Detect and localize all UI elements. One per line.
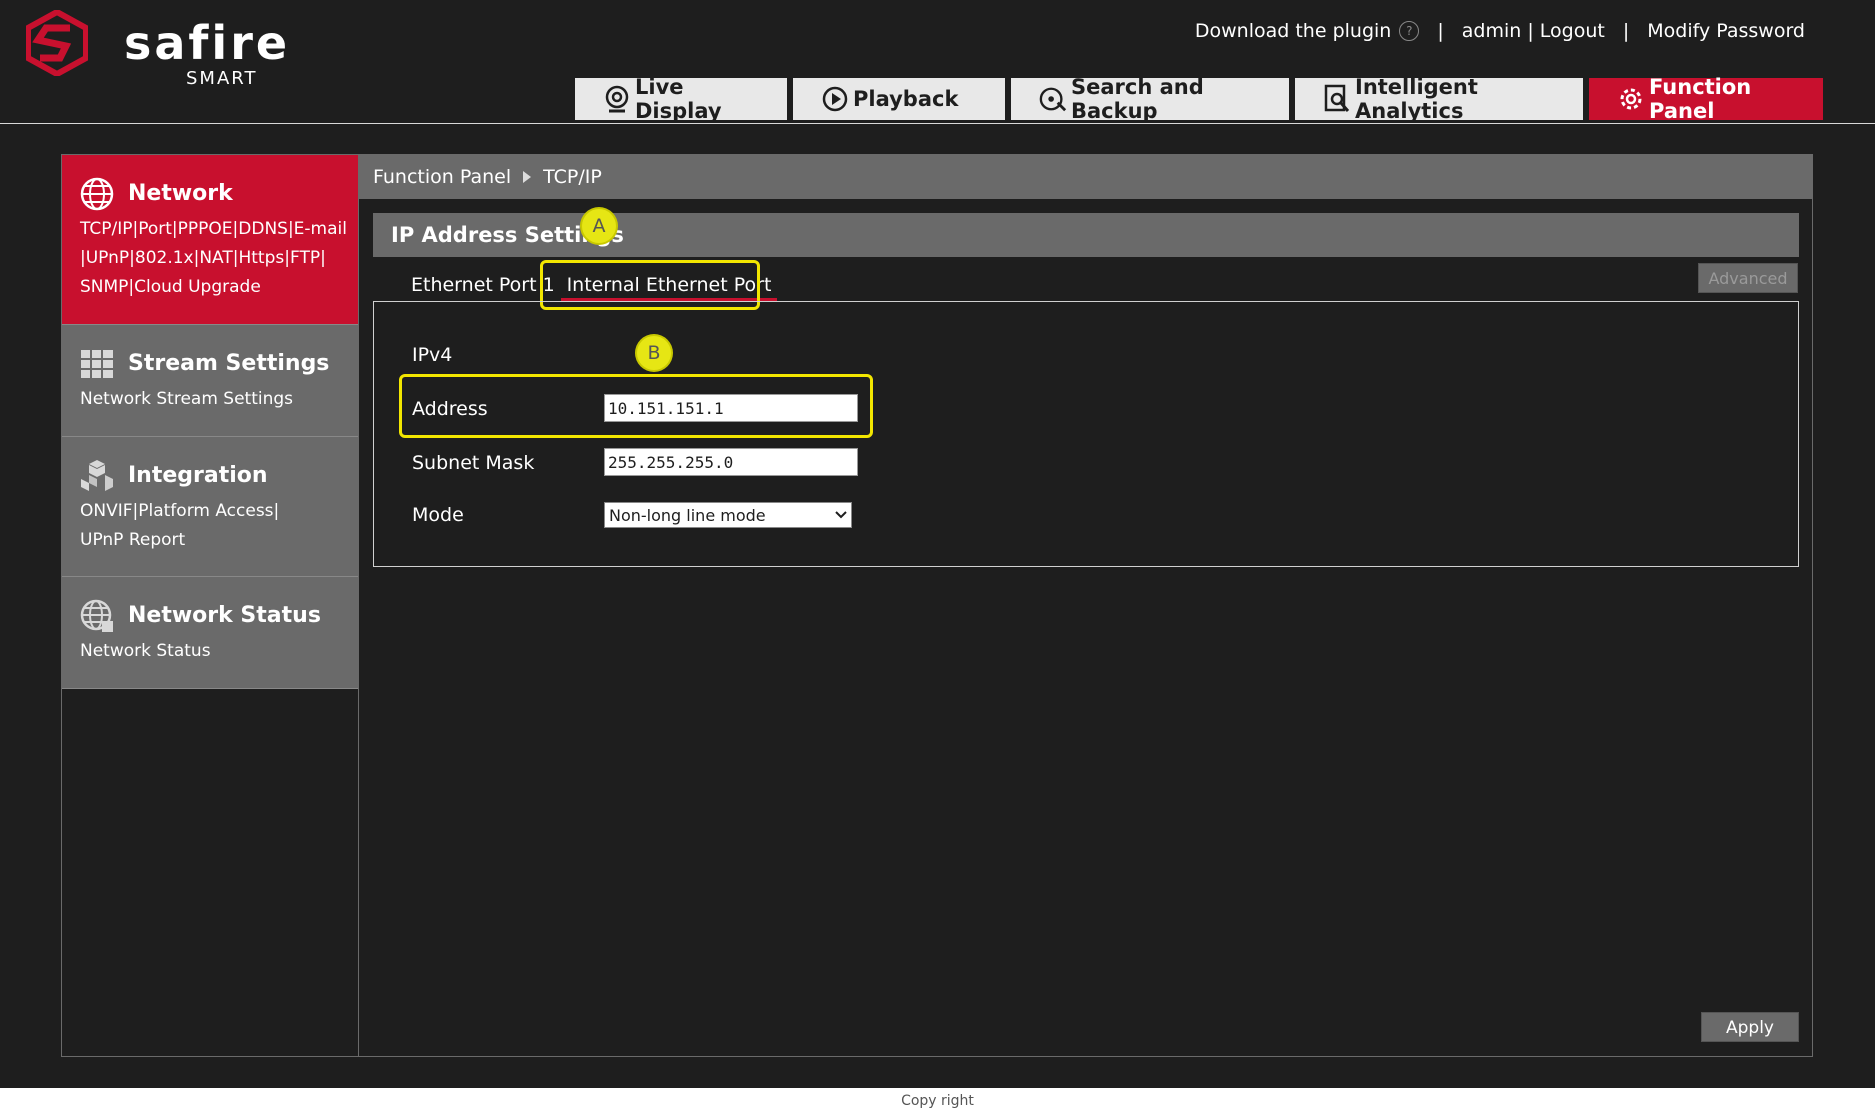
- grid-icon: [81, 350, 113, 378]
- ipv4-label: IPv4: [412, 344, 453, 366]
- subnet-mask-label: Subnet Mask: [412, 452, 535, 474]
- nav-tab-label: Live Display: [635, 75, 722, 123]
- address-label: Address: [412, 398, 488, 420]
- header: safire SMART Download the plugin ? | adm…: [0, 0, 1875, 124]
- download-plugin-link[interactable]: Download the plugin: [1195, 20, 1391, 42]
- brand-sub: SMART: [186, 68, 258, 89]
- sidebar-item-subtitle: ONVIF|Platform Access| UPnP Report: [80, 497, 348, 555]
- disc-search-icon: [1039, 85, 1067, 113]
- nav-tab-label: Playback: [853, 87, 959, 111]
- address-input[interactable]: 10.151.151.1: [604, 394, 858, 422]
- main-nav: Live Display Playback Search and Backup …: [575, 75, 1823, 123]
- globe-icon: [80, 177, 114, 211]
- sidebar-item-stream-settings[interactable]: Stream Settings Network Stream Settings: [62, 325, 358, 437]
- top-links: Download the plugin ? | admin | Logout |…: [1195, 20, 1805, 42]
- separator: |: [1437, 20, 1444, 42]
- breadcrumb-arrow-icon: [523, 171, 532, 183]
- modify-password-link[interactable]: Modify Password: [1647, 20, 1805, 42]
- marker-a: A: [582, 209, 616, 243]
- safire-logo: safire SMART: [26, 10, 287, 88]
- logout-link[interactable]: Logout: [1540, 20, 1605, 42]
- footer-copyright: Copy right: [0, 1088, 1875, 1114]
- play-circle-icon: [821, 85, 849, 113]
- breadcrumb: Function Panel TCP/IP: [359, 155, 1812, 199]
- globe-status-icon: [80, 599, 113, 632]
- sidebar-item-network[interactable]: Network TCP/IP|Port|PPPOE|DDNS|E-mail |U…: [62, 155, 358, 325]
- nav-tab-label: Function Panel: [1649, 75, 1752, 123]
- advanced-button[interactable]: Advanced: [1698, 263, 1798, 293]
- sidebar: Network TCP/IP|Port|PPPOE|DDNS|E-mail |U…: [62, 155, 359, 1056]
- breadcrumb-current: TCP/IP: [543, 166, 602, 188]
- sidebar-subline[interactable]: ONVIF|Platform Access|: [80, 497, 348, 526]
- marker-b: B: [637, 336, 671, 370]
- sidebar-subline[interactable]: SNMP|Cloud Upgrade: [80, 273, 348, 302]
- sidebar-subline[interactable]: TCP/IP|Port|PPPOE|DDNS|E-mail: [80, 215, 348, 244]
- sidebar-item-integration[interactable]: Integration ONVIF|Platform Access| UPnP …: [62, 437, 358, 577]
- sidebar-item-subtitle: Network Status: [80, 637, 348, 666]
- sidebar-item-title: Integration: [128, 463, 268, 488]
- tab-ethernet-port-1[interactable]: Ethernet Port 1: [411, 267, 555, 303]
- mode-label: Mode: [412, 504, 464, 526]
- nav-tab-playback[interactable]: Playback: [793, 78, 1005, 120]
- nav-tab-label: Intelligent Analytics: [1355, 75, 1478, 123]
- brand-name: safire: [124, 16, 291, 70]
- safire-logo-icon: [26, 10, 88, 76]
- sidebar-item-subtitle: Network Stream Settings: [80, 385, 348, 414]
- nav-tab-function-panel[interactable]: Function Panel: [1589, 75, 1823, 123]
- help-icon[interactable]: ?: [1399, 21, 1420, 41]
- subnet-mask-input[interactable]: 255.255.255.0: [604, 448, 858, 476]
- nav-tab-label: Search and Backup: [1071, 75, 1204, 123]
- chevron-down-icon: [835, 511, 847, 519]
- cubes-icon: [81, 460, 113, 491]
- mode-selected-value: Non-long line mode: [609, 505, 766, 525]
- tab-label: Ethernet Port 1: [411, 274, 555, 296]
- main-frame: Network TCP/IP|Port|PPPOE|DDNS|E-mail |U…: [61, 154, 1813, 1057]
- nav-tab-intelligent-analytics[interactable]: Intelligent Analytics: [1295, 75, 1583, 123]
- admin-user: admin: [1461, 20, 1522, 42]
- analytics-icon: [1323, 84, 1351, 113]
- sidebar-item-title: Stream Settings: [128, 351, 330, 376]
- nav-tab-live-display[interactable]: Live Display: [575, 75, 787, 123]
- breadcrumb-root[interactable]: Function Panel: [373, 166, 511, 188]
- sidebar-item-title: Network: [128, 181, 233, 206]
- sidebar-subline[interactable]: Network Status: [80, 637, 348, 666]
- sidebar-subline[interactable]: UPnP Report: [80, 526, 348, 555]
- mode-select[interactable]: Non-long line mode: [604, 502, 852, 528]
- sidebar-item-network-status[interactable]: Network Status Network Status: [62, 577, 358, 689]
- webcam-icon: [603, 85, 631, 113]
- separator: |: [1622, 20, 1630, 42]
- gear-icon: [1617, 85, 1645, 113]
- sidebar-subline[interactable]: Network Stream Settings: [80, 385, 348, 414]
- sidebar-item-title: Network Status: [128, 603, 321, 628]
- separator: |: [1521, 20, 1540, 42]
- content-area: Function Panel TCP/IP IP Address Setting…: [359, 155, 1812, 1056]
- apply-button[interactable]: Apply: [1701, 1012, 1799, 1042]
- sidebar-subline[interactable]: |UPnP|802.1x|NAT|Https|FTP|: [80, 244, 348, 273]
- sidebar-item-subtitle: TCP/IP|Port|PPPOE|DDNS|E-mail |UPnP|802.…: [80, 215, 348, 302]
- nav-tab-search-backup[interactable]: Search and Backup: [1011, 75, 1289, 123]
- ipv4-settings-panel: IPv4 B Address 10.151.151.1 Subnet Mask …: [373, 301, 1799, 567]
